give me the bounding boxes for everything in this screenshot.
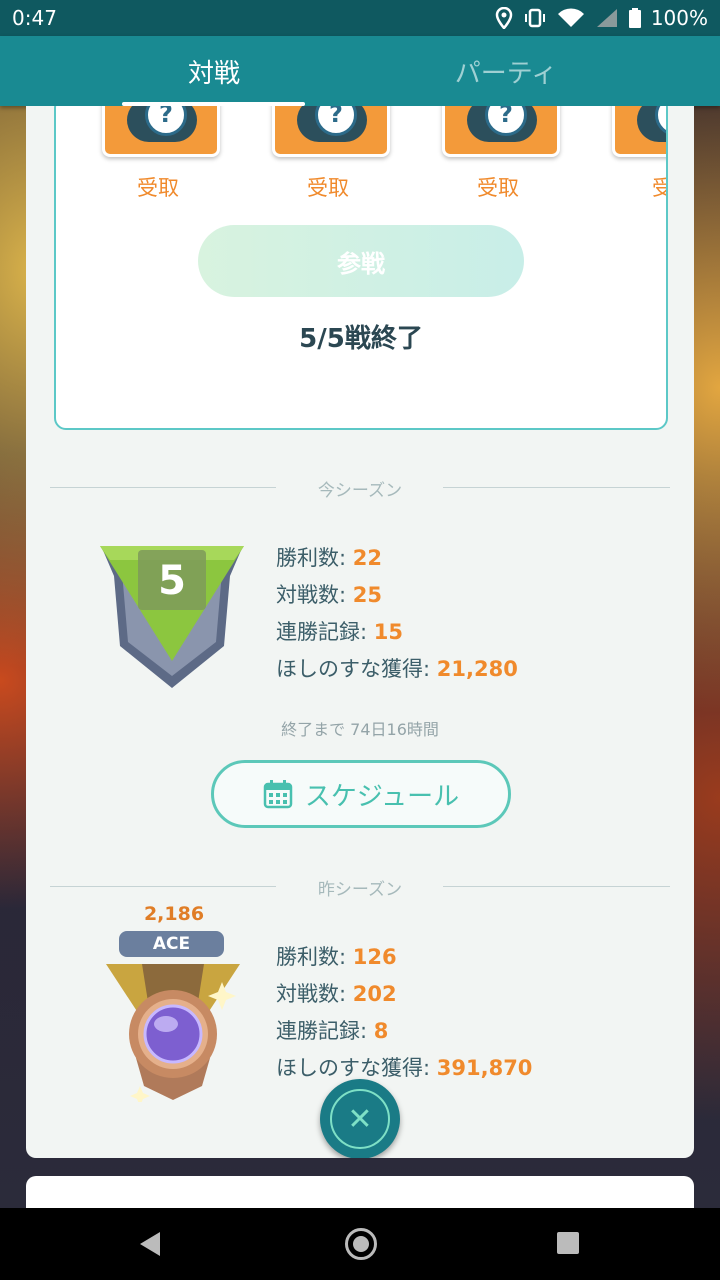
reward-box: ? (612, 106, 666, 157)
back-icon[interactable] (140, 1232, 160, 1256)
stat-row: 勝利数: 126 (276, 945, 397, 969)
stat-row: 対戦数: 25 (276, 583, 382, 607)
reward-label: 受取 (307, 176, 349, 200)
rank-name-badge: ACE (119, 931, 224, 957)
previous-season-stats: 勝利数: 126 対戦数: 202 連勝記録: 8 ほしのすな獲得: 391,8… (276, 939, 532, 1087)
system-nav-bar (0, 1208, 720, 1280)
current-season-title: 今シーズン (317, 481, 403, 501)
recent-apps-icon[interactable] (557, 1232, 579, 1254)
reward-slot[interactable]: ? 受取 (268, 106, 390, 208)
reward-label: 受 (652, 176, 666, 200)
status-bar: 0:47 100% (0, 0, 720, 36)
ace-medal-icon (106, 964, 240, 1102)
previous-season-divider: 昨シーズン (50, 875, 670, 900)
stat-row: 勝利数: 22 (276, 546, 382, 570)
reward-label: 受取 (477, 176, 519, 200)
vibrate-icon (524, 8, 545, 28)
rank-5-badge-icon: 5 (100, 546, 244, 688)
status-time: 0:47 (12, 6, 57, 30)
reward-box: ? (442, 106, 560, 157)
reward-box: ? (272, 106, 390, 157)
current-season-stats: 勝利数: 22 対戦数: 25 連勝記録: 15 ほしのすな獲得: 21,280 (276, 540, 518, 688)
reward-slot[interactable]: ? 受取 (98, 106, 220, 208)
schedule-button[interactable]: スケジュール (211, 760, 511, 828)
close-icon: ✕ (347, 1101, 373, 1137)
home-icon[interactable] (345, 1228, 377, 1260)
season-time-left: 終了まで 74日16時間 (281, 720, 439, 739)
go-battle-panel: ? 受取 ? 受取 ? 受取 ? 受 参戦 5/5戦終了 (54, 106, 668, 430)
calendar-icon (263, 780, 293, 809)
join-battle-button[interactable]: 参戦 (198, 225, 524, 297)
stat-row: ほしのすな獲得: 391,870 (276, 1056, 533, 1080)
stat-row: 連勝記録: 8 (276, 1019, 389, 1043)
reward-slot[interactable]: ? 受取 (438, 106, 560, 208)
previous-season-rating: 2,186 (143, 903, 205, 925)
reward-slot[interactable]: ? 受 (608, 106, 666, 208)
previous-season-title: 昨シーズン (317, 880, 403, 900)
reward-box: ? (102, 106, 220, 157)
location-icon (495, 7, 513, 29)
reward-label: 受取 (137, 176, 179, 200)
battle-sheet: ? 受取 ? 受取 ? 受取 ? 受 参戦 5/5戦終了 今シーズン 5 勝利数… (26, 106, 694, 1158)
tab-party[interactable]: パーティ (326, 36, 686, 106)
top-tab-bar: 対戦 パーティ (0, 36, 720, 106)
wifi-icon (557, 8, 584, 27)
schedule-button-label: スケジュール (304, 781, 460, 812)
close-button[interactable]: ✕ (320, 1079, 400, 1158)
stat-row: 連勝記録: 15 (276, 620, 403, 644)
signal-icon (596, 9, 617, 27)
current-season-divider: 今シーズン (50, 476, 670, 501)
battery-icon (628, 8, 641, 28)
rank-number: 5 (158, 558, 186, 604)
stat-row: ほしのすな獲得: 21,280 (276, 657, 518, 681)
battery-percent: 100% (650, 6, 708, 30)
stat-row: 対戦数: 202 (276, 982, 397, 1006)
battle-status-text: 5/5戦終了 (299, 324, 423, 354)
